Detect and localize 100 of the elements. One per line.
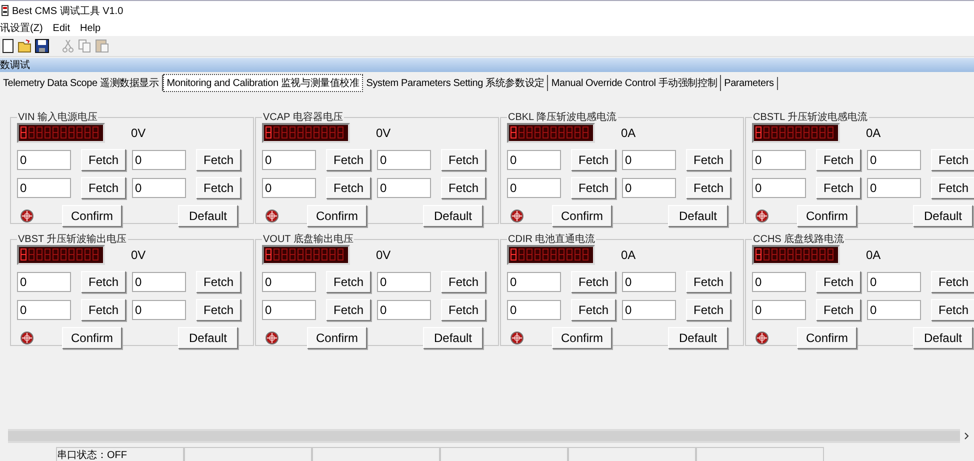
input-field[interactable]: 0 xyxy=(262,272,316,292)
fetch-button[interactable]: Fetch xyxy=(686,299,731,321)
input-field[interactable]: 0 xyxy=(132,300,186,320)
fetch-button[interactable]: Fetch xyxy=(931,177,974,199)
fetch-button[interactable]: Fetch xyxy=(196,149,241,171)
fetch-button[interactable]: Fetch xyxy=(571,177,616,199)
input-field[interactable]: 0 xyxy=(132,150,186,170)
input-field[interactable]: 0 xyxy=(17,272,71,292)
input-field[interactable]: 0 xyxy=(262,300,316,320)
fetch-button[interactable]: Fetch xyxy=(326,299,371,321)
input-field[interactable]: 0 xyxy=(507,150,561,170)
input-field[interactable]: 0 xyxy=(377,272,431,292)
fetch-button[interactable]: Fetch xyxy=(441,271,486,293)
fetch-button[interactable]: Fetch xyxy=(816,149,861,171)
default-button[interactable]: Default xyxy=(668,327,728,349)
input-field[interactable]: 0 xyxy=(17,150,71,170)
new-file-icon[interactable] xyxy=(0,38,16,54)
input-field[interactable]: 0 xyxy=(867,272,921,292)
input-field[interactable]: 0 xyxy=(262,150,316,170)
fetch-button[interactable]: Fetch xyxy=(686,177,731,199)
tab[interactable]: Parameters xyxy=(721,76,778,90)
group-title: CCHS 底盘线路电流 xyxy=(752,232,846,246)
menu-item[interactable]: Edit xyxy=(52,22,70,34)
lamp-icon xyxy=(510,331,524,345)
fetch-button[interactable]: Fetch xyxy=(196,271,241,293)
confirm-button[interactable]: Confirm xyxy=(552,327,612,349)
confirm-button[interactable]: Confirm xyxy=(307,327,367,349)
fetch-button[interactable]: Fetch xyxy=(441,177,486,199)
lamp-icon xyxy=(265,331,279,345)
default-button[interactable]: Default xyxy=(178,205,238,227)
default-button[interactable]: Default xyxy=(423,205,483,227)
menu-item[interactable]: 讯设置(Z) xyxy=(0,21,43,35)
fetch-button[interactable]: Fetch xyxy=(686,149,731,171)
fetch-button[interactable]: Fetch xyxy=(441,299,486,321)
confirm-button[interactable]: Confirm xyxy=(797,205,857,227)
fetch-button[interactable]: Fetch xyxy=(441,149,486,171)
fetch-button[interactable]: Fetch xyxy=(816,299,861,321)
default-button[interactable]: Default xyxy=(668,205,728,227)
input-field[interactable]: 0 xyxy=(507,300,561,320)
tab[interactable]: Manual Override Control 手动强制控制 xyxy=(548,75,722,91)
input-field[interactable]: 0 xyxy=(17,178,71,198)
fetch-button[interactable]: Fetch xyxy=(816,177,861,199)
lamp-icon xyxy=(20,331,34,345)
tab[interactable]: Monitoring and Calibration 监视与测量值校准 xyxy=(162,74,364,92)
tab[interactable]: System Parameters Setting 系统参数设定 xyxy=(363,75,548,91)
input-field[interactable]: 0 xyxy=(622,150,676,170)
fetch-button[interactable]: Fetch xyxy=(196,299,241,321)
confirm-button[interactable]: Confirm xyxy=(62,327,122,349)
confirm-button[interactable]: Confirm xyxy=(62,205,122,227)
fetch-button[interactable]: Fetch xyxy=(326,177,371,199)
open-folder-icon[interactable] xyxy=(17,38,33,54)
input-field[interactable]: 0 xyxy=(377,178,431,198)
input-field[interactable]: 0 xyxy=(377,300,431,320)
fetch-button[interactable]: Fetch xyxy=(326,271,371,293)
fetch-button[interactable]: Fetch xyxy=(686,271,731,293)
input-field[interactable]: 0 xyxy=(622,178,676,198)
lamp-icon xyxy=(510,209,524,223)
input-field[interactable]: 0 xyxy=(867,150,921,170)
input-field[interactable]: 0 xyxy=(507,178,561,198)
default-button[interactable]: Default xyxy=(423,327,483,349)
lamp-icon xyxy=(755,209,769,223)
fetch-button[interactable]: Fetch xyxy=(81,299,126,321)
confirm-button[interactable]: Confirm xyxy=(307,205,367,227)
default-button[interactable]: Default xyxy=(913,205,973,227)
confirm-button[interactable]: Confirm xyxy=(552,205,612,227)
input-field[interactable]: 0 xyxy=(752,300,806,320)
input-field[interactable]: 0 xyxy=(507,272,561,292)
confirm-button[interactable]: Confirm xyxy=(797,327,857,349)
input-field[interactable]: 0 xyxy=(752,178,806,198)
input-field[interactable]: 0 xyxy=(867,300,921,320)
fetch-button[interactable]: Fetch xyxy=(81,149,126,171)
group-title: VOUT 底盘输出电压 xyxy=(262,232,354,246)
status-text: 串口状态：OFF xyxy=(56,447,184,461)
input-field[interactable]: 0 xyxy=(752,272,806,292)
fetch-button[interactable]: Fetch xyxy=(81,271,126,293)
input-field[interactable]: 0 xyxy=(752,150,806,170)
fetch-button[interactable]: Fetch xyxy=(326,149,371,171)
input-field[interactable]: 0 xyxy=(132,178,186,198)
menu-item[interactable]: Help xyxy=(80,22,101,34)
input-field[interactable]: 0 xyxy=(377,150,431,170)
fetch-button[interactable]: Fetch xyxy=(196,177,241,199)
fetch-button[interactable]: Fetch xyxy=(571,271,616,293)
fetch-button[interactable]: Fetch xyxy=(81,177,126,199)
input-field[interactable]: 0 xyxy=(17,300,71,320)
fetch-button[interactable]: Fetch xyxy=(931,271,974,293)
input-field[interactable]: 0 xyxy=(622,272,676,292)
input-field[interactable]: 0 xyxy=(867,178,921,198)
default-button[interactable]: Default xyxy=(913,327,973,349)
input-field[interactable]: 0 xyxy=(132,272,186,292)
save-icon[interactable] xyxy=(34,38,50,54)
fetch-button[interactable]: Fetch xyxy=(931,299,974,321)
fetch-button[interactable]: Fetch xyxy=(571,299,616,321)
fetch-button[interactable]: Fetch xyxy=(931,149,974,171)
fetch-button[interactable]: Fetch xyxy=(571,149,616,171)
reading-value: 0A xyxy=(866,126,881,140)
horizontal-scrollbar[interactable] xyxy=(8,429,974,443)
input-field[interactable]: 0 xyxy=(622,300,676,320)
input-field[interactable]: 0 xyxy=(262,178,316,198)
default-button[interactable]: Default xyxy=(178,327,238,349)
fetch-button[interactable]: Fetch xyxy=(816,271,861,293)
